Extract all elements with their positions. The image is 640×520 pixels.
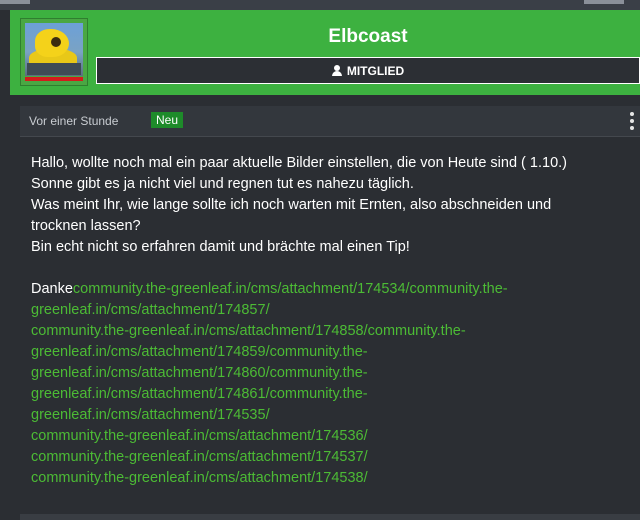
post-footer-edge	[20, 514, 640, 520]
rank-label: MITGLIED	[346, 63, 405, 78]
attachment-line: greenleaf.in/cms/attachment/174859/commu…	[31, 342, 631, 363]
post-text-line: Was meint Ihr, wie lange sollte ich noch…	[31, 197, 552, 213]
attachment-line: community.the-greenleaf.in/cms/attachmen…	[31, 447, 631, 468]
attachment-link[interactable]: community.the-greenleaf.in/cms/attachmen…	[31, 323, 466, 339]
user-icon	[331, 65, 342, 76]
avatar-image-part	[51, 37, 61, 47]
vertical-dots-icon[interactable]	[628, 112, 636, 130]
author-username[interactable]: Elbcoast	[96, 22, 640, 52]
post-text-line: Bin echt nicht so erfahren damit und brä…	[31, 239, 410, 255]
attachment-link[interactable]: greenleaf.in/cms/attachment/174857/	[31, 302, 270, 318]
attachment-link[interactable]: greenleaf.in/cms/attachment/174535/	[31, 407, 270, 423]
nav-fragment	[584, 0, 624, 4]
new-badge: Neu	[151, 112, 184, 128]
attachment-link[interactable]: greenleaf.in/cms/attachment/174861/commu…	[31, 386, 368, 402]
attachment-link[interactable]: community.the-greenleaf.in/cms/attachmen…	[31, 428, 368, 444]
closing-text: Danke	[31, 281, 73, 297]
post-header: Vor einer Stunde Neu	[20, 106, 640, 137]
avatar-image-part	[27, 63, 81, 75]
online-status-bar	[25, 77, 83, 81]
nav-fragment	[0, 0, 30, 4]
attachment-link[interactable]: community.the-greenleaf.in/cms/attachmen…	[31, 449, 368, 465]
attachment-link[interactable]: community.the-greenleaf.in/cms/attachmen…	[73, 281, 508, 297]
attachment-line: greenleaf.in/cms/attachment/174861/commu…	[31, 384, 631, 405]
attachment-link[interactable]: community.the-greenleaf.in/cms/attachmen…	[31, 470, 368, 486]
top-navigation-bar	[0, 0, 640, 10]
attachment-link[interactable]: greenleaf.in/cms/attachment/174859/commu…	[31, 344, 368, 360]
post-content: Hallo, wollte noch mal ein paar aktuelle…	[31, 153, 631, 489]
author-rank-badge: MITGLIED	[96, 57, 640, 84]
attachment-line: Dankecommunity.the-greenleaf.in/cms/atta…	[31, 279, 631, 300]
post-text-line: Hallo, wollte noch mal ein paar aktuelle…	[31, 155, 567, 171]
author-card: Elbcoast MITGLIED	[10, 10, 640, 95]
attachment-link[interactable]: greenleaf.in/cms/attachment/174860/commu…	[31, 365, 368, 381]
attachment-line: community.the-greenleaf.in/cms/attachmen…	[31, 321, 631, 342]
avatar[interactable]	[25, 23, 83, 76]
attachment-line: greenleaf.in/cms/attachment/174857/	[31, 300, 631, 321]
post-text-line: Sonne gibt es ja nicht viel und regnen t…	[31, 176, 414, 192]
attachment-line: community.the-greenleaf.in/cms/attachmen…	[31, 468, 631, 489]
post-text-line: trocknen lassen?	[31, 218, 141, 234]
post-timestamp[interactable]: Vor einer Stunde	[29, 114, 118, 128]
attachment-line: greenleaf.in/cms/attachment/174860/commu…	[31, 363, 631, 384]
avatar-frame[interactable]	[20, 18, 88, 86]
attachment-line: greenleaf.in/cms/attachment/174535/	[31, 405, 631, 426]
attachment-line: community.the-greenleaf.in/cms/attachmen…	[31, 426, 631, 447]
